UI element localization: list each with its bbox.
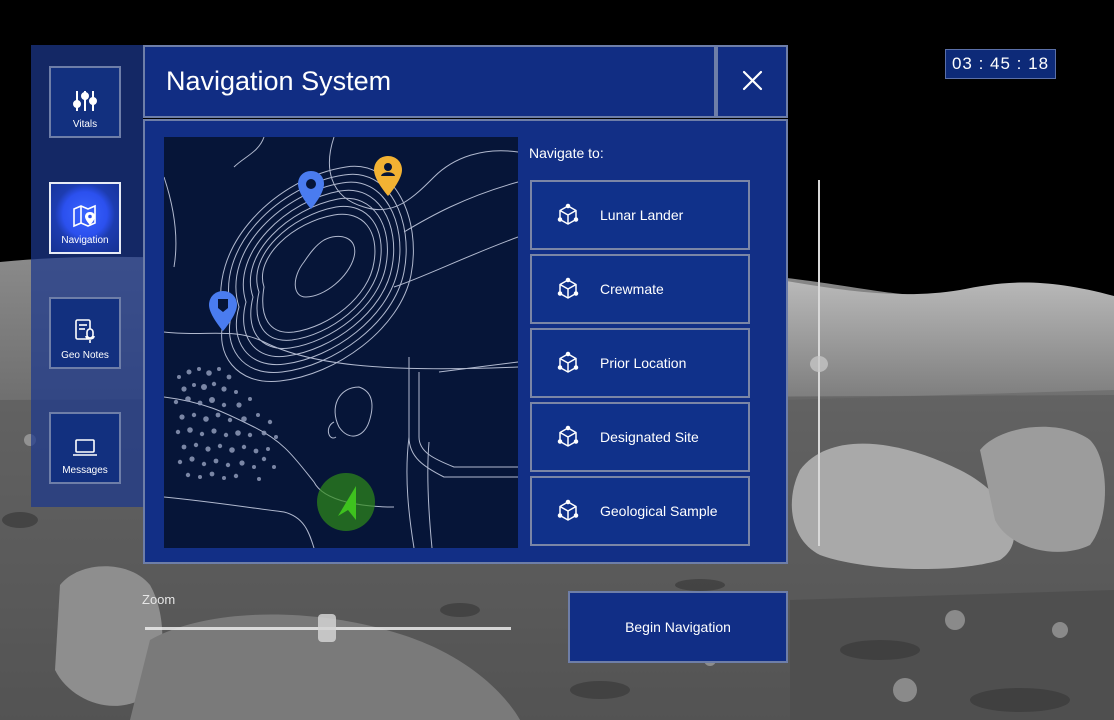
destination-crewmate[interactable]: Crewmate	[530, 254, 750, 324]
destination-prior-location[interactable]: Prior Location	[530, 328, 750, 398]
sidebar-item-vitals[interactable]: Vitals	[49, 66, 121, 138]
sidebar-item-label: Geo Notes	[61, 350, 109, 361]
begin-navigation-button[interactable]: Begin Navigation	[568, 591, 788, 663]
destination-label: Crewmate	[600, 281, 664, 297]
navigate-to-heading: Navigate to:	[529, 145, 604, 161]
current-position-marker	[317, 473, 375, 531]
destination-label: Prior Location	[600, 355, 687, 371]
destination-label: Designated Site	[600, 429, 699, 445]
map-pin-icon	[73, 204, 96, 228]
close-button[interactable]	[716, 45, 788, 118]
window-header: Navigation System	[143, 45, 716, 118]
cube-icon	[557, 425, 579, 447]
cube-icon	[557, 277, 579, 299]
notes-mic-icon	[75, 319, 95, 343]
cube-icon	[557, 499, 579, 521]
zoom-label: Zoom	[142, 592, 176, 607]
sliders-icon	[73, 91, 97, 111]
cube-icon	[557, 351, 579, 373]
sidebar-item-label: Navigation	[61, 235, 109, 246]
zoom-slider-handle[interactable]	[318, 614, 336, 642]
close-icon	[742, 70, 763, 91]
sidebar-item-messages[interactable]: Messages	[49, 412, 121, 484]
crewmate-marker[interactable]	[373, 155, 403, 197]
sidebar-item-label: Messages	[62, 465, 108, 476]
destination-label: Lunar Lander	[600, 207, 684, 223]
sidebar-item-geo-notes[interactable]: Geo Notes	[49, 297, 121, 369]
destination-geological-sample[interactable]: Geological Sample	[530, 476, 750, 546]
destination-designated-site[interactable]: Designated Site	[530, 402, 750, 472]
sidebar-item-navigation[interactable]: Navigation	[49, 182, 121, 254]
lander-marker[interactable]	[208, 290, 238, 332]
laptop-icon	[73, 439, 97, 456]
page-title: Navigation System	[166, 66, 392, 96]
cube-icon	[557, 203, 579, 225]
waypoint-marker[interactable]	[297, 170, 325, 210]
sidebar-item-label: Vitals	[72, 119, 98, 130]
topographic-map[interactable]	[164, 137, 518, 548]
destination-label: Geological Sample	[600, 503, 718, 519]
destination-lunar-lander[interactable]: Lunar Lander	[530, 180, 750, 250]
mission-clock: 03 : 45 : 18	[945, 49, 1056, 79]
vertical-slider-handle[interactable]	[810, 356, 828, 372]
